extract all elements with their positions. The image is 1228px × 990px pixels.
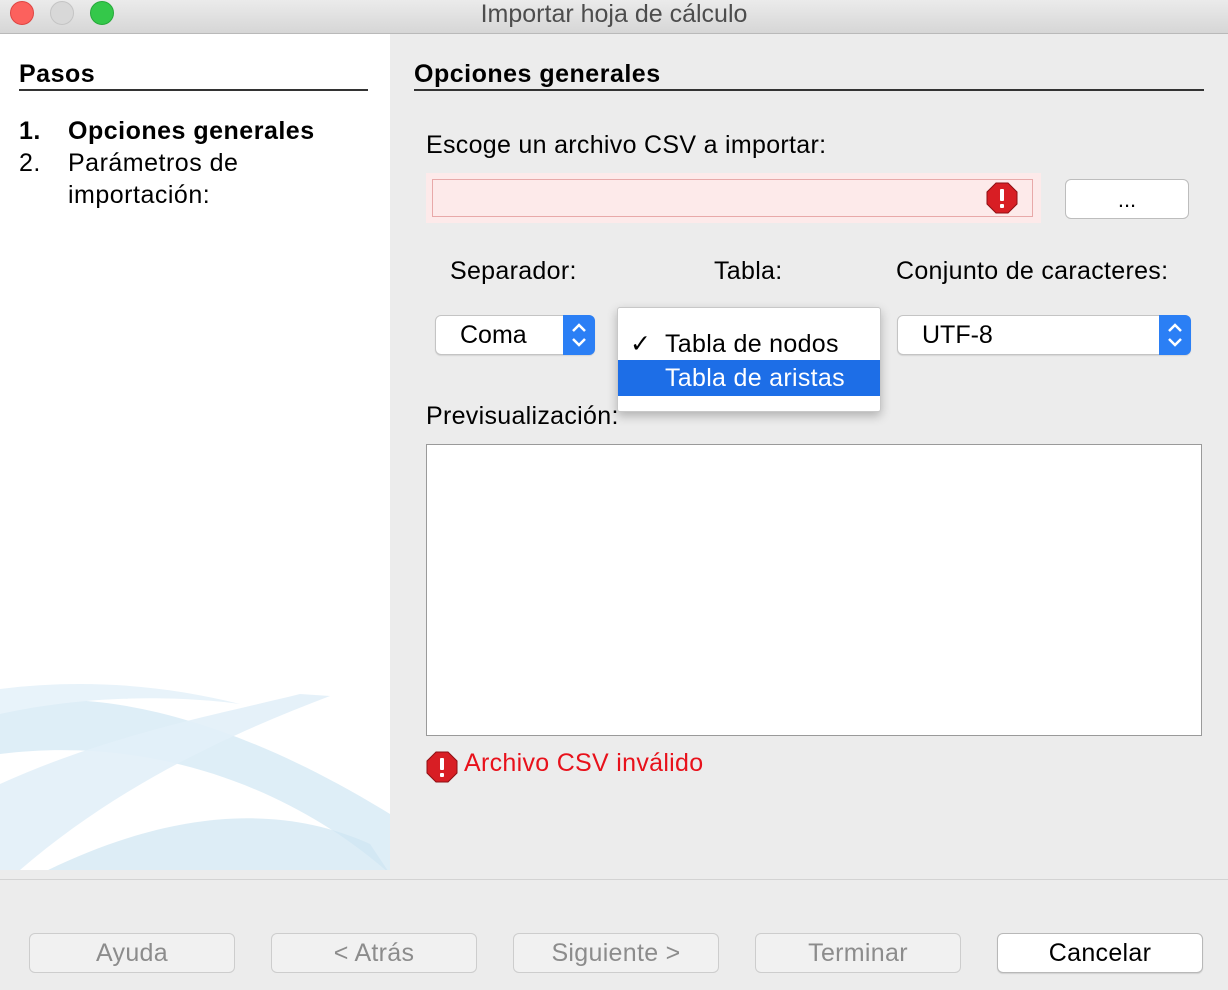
chevron-up-down-icon (563, 315, 595, 355)
separator-label: Separador: (450, 257, 577, 285)
table-label: Tabla: (714, 257, 783, 285)
footer-divider (0, 879, 1228, 880)
help-button[interactable]: Ayuda (29, 933, 235, 973)
title-bar: Importar hoja de cálculo (0, 0, 1228, 34)
back-button[interactable]: < Atrás (271, 933, 477, 973)
file-field-error-highlight (426, 173, 1041, 223)
csv-file-input[interactable] (432, 179, 1033, 217)
error-icon (426, 751, 458, 783)
table-dropdown-menu[interactable]: ✓ Tabla de nodos Tabla de aristas (617, 307, 881, 412)
separator-select[interactable]: Coma (435, 315, 595, 355)
step-item-import-parameters: 2. Parámetros de importación: (19, 147, 358, 211)
charset-label: Conjunto de caracteres: (896, 257, 1169, 285)
step-label: Parámetros de importación: (68, 149, 239, 209)
step-number: 1. (19, 117, 41, 145)
cancel-button[interactable]: Cancelar (997, 933, 1203, 973)
table-option-edges[interactable]: Tabla de aristas (618, 360, 880, 396)
separator-value: Coma (460, 321, 527, 349)
general-options-panel: Opciones generales Escoge un archivo CSV… (390, 34, 1228, 870)
steps-panel: Pasos 1. Opciones generales 2. Parámetros … (0, 34, 390, 870)
error-message: Archivo CSV inválido (464, 749, 704, 777)
next-button[interactable]: Siguiente > (513, 933, 719, 973)
finish-button[interactable]: Terminar (755, 933, 961, 973)
chevron-up-down-icon (1159, 315, 1191, 355)
window-title: Importar hoja de cálculo (480, 0, 748, 28)
preview-area[interactable] (426, 444, 1202, 736)
browse-file-button[interactable]: ... (1065, 179, 1189, 219)
step-label: Opciones generales (68, 117, 315, 145)
preview-label: Previsualización: (426, 402, 619, 430)
step-number: 2. (19, 149, 41, 177)
step-item-general-options: 1. Opciones generales (19, 115, 358, 147)
checkmark-icon: ✓ (630, 330, 651, 358)
option-label: Tabla de nodos (665, 330, 839, 358)
error-icon (986, 182, 1018, 214)
charset-select[interactable]: UTF-8 (897, 315, 1191, 355)
option-label: Tabla de aristas (665, 364, 845, 392)
table-option-nodes[interactable]: ✓ Tabla de nodos (618, 326, 880, 362)
steps-divider (19, 89, 368, 91)
file-label: Escoge un archivo CSV a importar: (426, 131, 827, 159)
section-divider (414, 89, 1204, 91)
steps-title: Pasos (19, 60, 96, 88)
section-title: Opciones generales (414, 60, 661, 88)
decorative-swoosh-graphic (0, 684, 390, 870)
charset-value: UTF-8 (922, 321, 993, 349)
